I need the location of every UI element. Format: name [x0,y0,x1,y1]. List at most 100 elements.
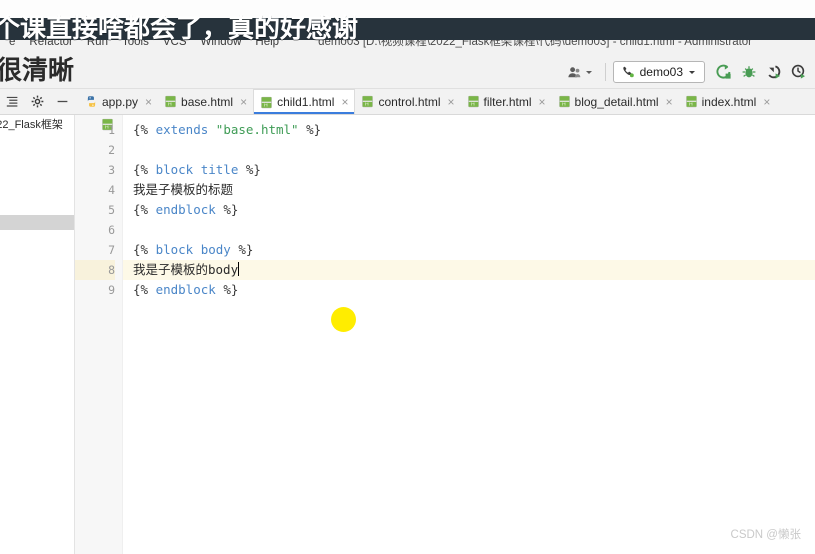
toolbar-action-icons [716,64,807,80]
editor-tab-strip: app.py × H base.html × H child1.html × H… [0,89,815,115]
overlay-subtitle-line2: 很清晰 [0,55,75,85]
collapse-all-icon[interactable] [6,95,19,108]
code-editor[interactable]: H 1 {% extends "base.html" %} 2 3 {% block t… [75,115,815,554]
overlay-subtitle-line1: 个课直接啥都会了，真的好感谢 [0,13,359,43]
code-token: endblock [155,202,216,217]
tab-label: app.py [102,94,139,109]
code-token: {% [133,202,156,217]
tab-close-icon[interactable]: × [237,96,249,108]
tab-label: index.html [701,94,757,109]
line-number: 5 [108,203,115,217]
line-number: 2 [108,143,115,157]
svg-text:H: H [689,102,693,108]
project-tree-selected-row[interactable] [0,215,74,230]
code-line[interactable]: 9 {% endblock %} [108,280,815,300]
code-text: {% block title %} [133,160,261,180]
svg-text:H: H [168,102,172,108]
html-file-icon: H [165,95,176,108]
code-token: %} [215,282,239,297]
code-token: {% [133,162,156,177]
code-token: "base.html" [215,122,299,137]
line-number: 4 [108,183,115,197]
code-token: %} [230,242,254,257]
tab-label: base.html [181,94,234,109]
html-file-icon: H [467,95,479,108]
code-line[interactable]: 8 我是子模板的body [75,260,815,280]
code-token: {% [133,242,156,257]
html-file-icon: H [558,95,570,108]
tab-index-html[interactable]: H index.html × [679,89,777,114]
code-token: endblock [155,282,216,297]
toolbar-divider [604,63,606,81]
code-line[interactable]: 7 {% block body %} [108,240,815,260]
text-caret [238,262,240,276]
code-token: 我是子模板的body [133,262,239,277]
code-lines-container[interactable]: 1 {% extends "base.html" %} 2 3 {% block tit… [75,115,815,554]
code-line[interactable]: 6 [108,220,815,240]
tab-control-html[interactable]: H control.html × [355,89,460,114]
svg-text:H: H [471,102,475,108]
hide-panel-icon[interactable] [56,95,69,108]
tab-close-icon[interactable]: × [536,96,548,108]
screenshot-root: e Refactor Run Tools VCS Window Help dem… [0,0,815,554]
svg-text:H: H [366,102,370,108]
tab-blog-detail-html[interactable]: H blog_detail.html × [552,89,679,114]
chevron-down-icon [689,71,695,74]
account-button[interactable] [562,62,598,83]
run-configuration-label: demo03 [639,65,683,79]
html-file-icon: H [685,95,697,108]
tab-child1-html[interactable]: H child1.html × [253,89,356,114]
project-tool-window[interactable]: 2022_Flask框架 [0,115,75,554]
tab-close-icon[interactable]: × [760,96,772,108]
code-token: %} [215,202,239,217]
main-toolbar: demo03 [0,56,815,89]
code-line[interactable]: 1 {% extends "base.html" %} [108,120,815,140]
line-number: 3 [108,163,115,177]
run-icon[interactable] [716,64,732,80]
project-tree-item[interactable]: 2022_Flask框架 [0,117,63,133]
html-file-icon: H [362,95,374,108]
python-file-icon [87,96,96,107]
phone-icon [622,66,634,78]
html-file-icon: H [261,96,272,108]
code-token: {% [133,122,156,137]
code-line[interactable]: 5 {% endblock %} [108,200,815,220]
run-with-coverage-icon[interactable] [766,64,782,80]
yellow-highlight-annotation [331,307,356,332]
line-number: 1 [108,123,115,137]
svg-text:H: H [562,102,566,108]
run-configuration-selector[interactable]: demo03 [612,61,705,83]
code-text: 我是子模板的body [133,260,240,280]
tab-label: blog_detail.html [574,94,659,109]
chevron-down-icon [585,71,592,74]
code-line[interactable]: 2 [108,140,815,160]
line-number: 6 [108,223,115,237]
tab-close-icon[interactable]: × [142,96,154,108]
settings-gear-icon[interactable] [31,95,44,108]
code-text: {% endblock %} [133,200,238,220]
code-text: {% endblock %} [133,280,238,300]
code-token: block body [155,242,231,257]
code-text: 我是子模板的标题 [133,180,233,200]
line-number: 7 [108,243,115,257]
tab-label: filter.html [483,94,532,109]
tab-close-icon[interactable]: × [338,96,350,108]
code-text: {% block body %} [133,240,253,260]
line-number: 8 [75,260,115,280]
tab-filter-html[interactable]: H filter.html × [461,89,552,114]
code-line[interactable]: 3 {% block title %} [108,160,815,180]
tab-close-icon[interactable]: × [445,96,457,108]
code-token: block title [155,162,239,177]
tab-app-py[interactable]: app.py × [79,89,158,114]
tab-close-icon[interactable]: × [663,96,675,108]
code-token: {% [133,282,156,297]
code-token: %} [238,162,261,177]
code-text: {% extends "base.html" %} [133,120,321,140]
svg-text:H: H [264,102,268,108]
debug-icon[interactable] [741,64,757,80]
profile-icon[interactable] [791,64,807,80]
code-line[interactable]: 4 我是子模板的标题 [108,180,815,200]
tab-base-html[interactable]: H base.html × [158,89,253,114]
tab-label: child1.html [277,95,335,109]
